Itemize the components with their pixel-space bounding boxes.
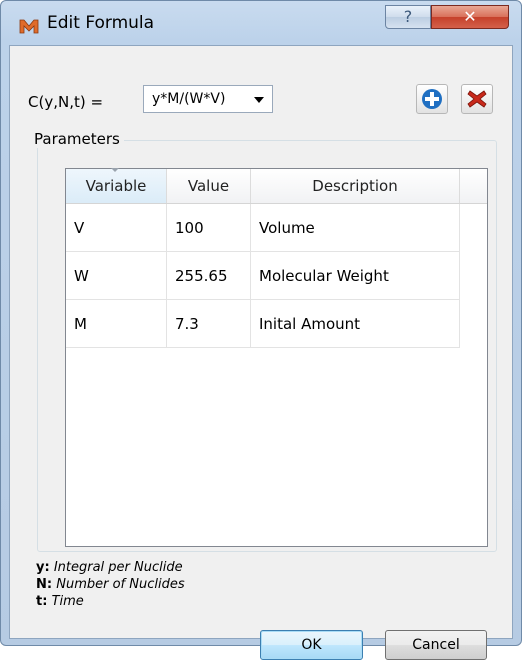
column-header-description[interactable]: Description: [251, 169, 460, 203]
legend-meaning: Integral per Nuclide: [53, 560, 183, 575]
parameters-group-title: Parameters: [30, 130, 124, 148]
cancel-button[interactable]: Cancel: [385, 630, 487, 660]
formula-selected-value: y*M/(W*V): [152, 91, 226, 107]
column-header-filler: [460, 169, 487, 203]
table-row[interactable]: W 255.65 Molecular Weight: [66, 252, 487, 300]
cell-variable[interactable]: M: [66, 300, 167, 348]
table-row[interactable]: M 7.3 Inital Amount: [66, 300, 487, 348]
column-header-variable-label: Variable: [85, 177, 147, 195]
cell-value[interactable]: 7.3: [167, 300, 251, 348]
edit-formula-window: Edit Formula ? ✕ C(y,N,t) = y*M/(W*V) Pa…: [0, 0, 522, 660]
column-header-value[interactable]: Value: [167, 169, 251, 203]
remove-parameter-button[interactable]: [461, 84, 493, 114]
help-button[interactable]: ?: [385, 5, 431, 29]
cell-value[interactable]: 255.65: [167, 252, 251, 300]
plus-icon: [422, 89, 442, 109]
parameters-table[interactable]: Variable Value Description V 100 Volume …: [65, 168, 488, 547]
legend-item: y: Integral per Nuclide: [36, 559, 185, 576]
chevron-down-icon: [254, 97, 264, 103]
title-bar[interactable]: Edit Formula ? ✕: [1, 1, 521, 45]
cell-value[interactable]: 100: [167, 204, 251, 252]
ok-button[interactable]: OK: [260, 630, 363, 660]
variable-legend: y: Integral per Nuclide N: Number of Nuc…: [36, 559, 185, 610]
formula-label: C(y,N,t) =: [28, 93, 104, 111]
dialog-body: C(y,N,t) = y*M/(W*V) Parameters Variable…: [9, 45, 513, 660]
legend-item: t: Time: [36, 593, 185, 610]
table-row[interactable]: V 100 Volume: [66, 204, 487, 252]
cell-description[interactable]: Inital Amount: [251, 300, 460, 348]
legend-item: N: Number of Nuclides: [36, 576, 185, 593]
add-parameter-button[interactable]: [416, 84, 448, 114]
m-app-icon: [19, 19, 39, 34]
cell-description[interactable]: Molecular Weight: [251, 252, 460, 300]
formula-dropdown[interactable]: y*M/(W*V): [143, 85, 273, 113]
x-icon: [467, 90, 487, 108]
column-header-variable[interactable]: Variable: [66, 168, 167, 203]
legend-symbol: t:: [36, 594, 48, 609]
cell-variable[interactable]: V: [66, 204, 167, 252]
window-title: Edit Formula: [47, 13, 155, 33]
cell-description[interactable]: Volume: [251, 204, 460, 252]
table-header: Variable Value Description: [66, 168, 487, 204]
cell-variable[interactable]: W: [66, 252, 167, 300]
legend-meaning: Number of Nuclides: [56, 577, 185, 592]
legend-symbol: N:: [36, 577, 53, 592]
close-button[interactable]: ✕: [431, 5, 509, 29]
legend-meaning: Time: [51, 594, 84, 609]
legend-symbol: y:: [36, 560, 50, 575]
sort-indicator-icon: [111, 168, 119, 172]
